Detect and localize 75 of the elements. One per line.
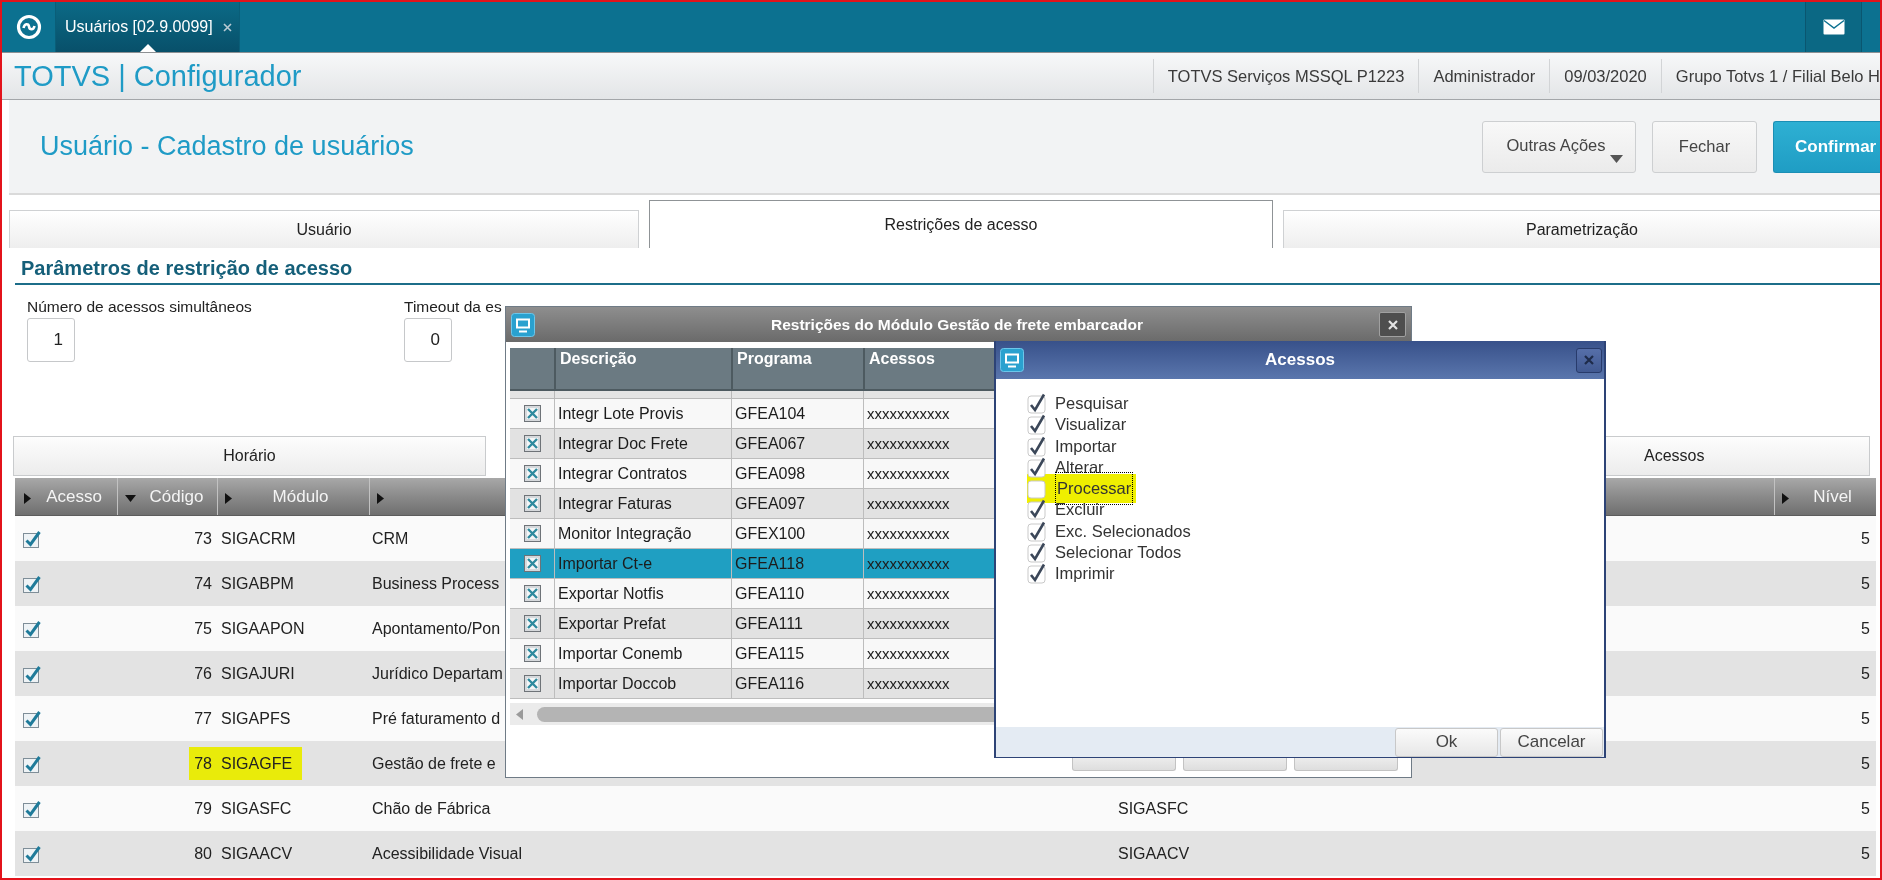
dialog-title: Restrições do Módulo Gestão de frete embarcador <box>770 315 1144 334</box>
table-cell-text: SIGAPFS <box>220 709 291 728</box>
table-cell-text: 79 <box>194 799 213 818</box>
header-info: Administrador <box>1433 66 1536 86</box>
table-cell: Exportar Prefat <box>558 614 666 633</box>
table-cell: xxxxxxxxxxx <box>867 615 950 632</box>
table-cell-text: 5 <box>1861 844 1871 863</box>
table-cell: GFEA098 <box>735 464 806 483</box>
table-cell-text: CRM <box>371 529 409 548</box>
header-info: TOTVS Serviços MSSQL P1223 <box>1167 66 1405 86</box>
table-cell: Integrar Doc Frete <box>558 434 688 453</box>
table-cell: xxxxxxxxxxx <box>867 465 950 482</box>
table-cell-text: 5 <box>1861 529 1871 548</box>
table-cell: SIGAGFE <box>217 747 303 780</box>
table-cell-text: SIGAACV <box>220 844 293 863</box>
table-cell: GFEA115 <box>735 644 805 663</box>
table-cell-text: 75 <box>194 619 213 638</box>
table-cell-text: Chão de Fábrica <box>371 799 491 818</box>
table-cell: xxxxxxxxxxx <box>867 405 950 422</box>
table-cell: xxxxxxxxxxx <box>867 555 950 572</box>
table-cell-text: 73 <box>194 529 213 548</box>
table-cell-text: 5 <box>1861 709 1871 728</box>
table-cell: GFEA104 <box>735 404 806 423</box>
table-cell: GFEX100 <box>735 524 806 543</box>
table-cell: GFEA097 <box>735 494 806 513</box>
table-cell: GFEA111 <box>735 614 803 633</box>
table-cell-text: Business Process <box>371 574 500 593</box>
table-cell-text: SIGACRM <box>220 529 296 548</box>
table-cell-text: 5 <box>1861 619 1871 638</box>
page-title: Usuário - Cadastro de usuários <box>40 131 414 162</box>
table-cell: GFEA067 <box>735 434 806 453</box>
table-cell-text: 76 <box>194 664 213 683</box>
table-cell: Integrar Faturas <box>558 494 672 513</box>
table-cell-text: Acessibilidade Visual <box>371 844 522 863</box>
table-cell: xxxxxxxxxxx <box>867 645 950 662</box>
table-cell-text: SIGAAPON <box>220 619 305 638</box>
table-cell-text: Apontamento/Pon <box>371 619 501 638</box>
table-cell: 78 <box>189 747 217 780</box>
table-cell-text: SIGAACV <box>1117 844 1190 863</box>
table-cell-text: Gestão de frete e <box>371 754 496 773</box>
table-cell-text: SIGASFC <box>220 799 292 818</box>
table-cell-text: Jurídico Departam <box>371 664 503 683</box>
app-title: TOTVS | Configurador <box>14 59 302 93</box>
table-cell-text: 77 <box>194 709 213 728</box>
table-cell: xxxxxxxxxxx <box>867 585 950 602</box>
table-cell-text: Pré faturamento d <box>371 709 501 728</box>
table-cell-text: 5 <box>1861 664 1871 683</box>
table-cell: Exportar Notfis <box>558 584 664 603</box>
table-cell: xxxxxxxxxxx <box>867 435 950 452</box>
table-cell-text: 5 <box>1861 754 1871 773</box>
table-cell: Integr Lote Provis <box>558 404 684 423</box>
table-cell-text: 80 <box>194 844 213 863</box>
table-cell: Importar Conemb <box>558 644 683 663</box>
table-cell: xxxxxxxxxxx <box>867 495 950 512</box>
field-label: Timeout da es <box>404 297 502 317</box>
table-cell-text: 5 <box>1861 574 1871 593</box>
table-cell-text: SIGASFC <box>1117 799 1189 818</box>
table-cell: Importar Doccob <box>558 674 677 693</box>
table-cell-text: SIGABPM <box>220 574 294 593</box>
table-cell-text: 74 <box>194 574 213 593</box>
table-cell-text: 5 <box>1861 799 1871 818</box>
table-cell: GFEA110 <box>735 584 805 603</box>
dialog-title: Acessos <box>1265 350 1335 370</box>
header-info: 09/03/2020 <box>1564 66 1647 86</box>
header-info: Grupo Totvs 1 / Filial Belo H <box>1675 66 1880 86</box>
table-cell: Importar Ct-e <box>558 554 653 573</box>
section-title: Parâmetros de restrição de acesso <box>21 256 353 281</box>
table-cell: xxxxxxxxxxx <box>867 675 950 692</box>
table-cell: Integrar Contratos <box>558 464 687 483</box>
table-cell: Monitor Integração <box>558 524 692 543</box>
field-label: Número de acessos simultâneos <box>27 297 252 317</box>
table-cell: GFEA116 <box>735 674 805 693</box>
table-cell-text: SIGAJURI <box>220 664 295 683</box>
table-cell: xxxxxxxxxxx <box>867 525 950 542</box>
table-cell: GFEA118 <box>735 554 805 573</box>
